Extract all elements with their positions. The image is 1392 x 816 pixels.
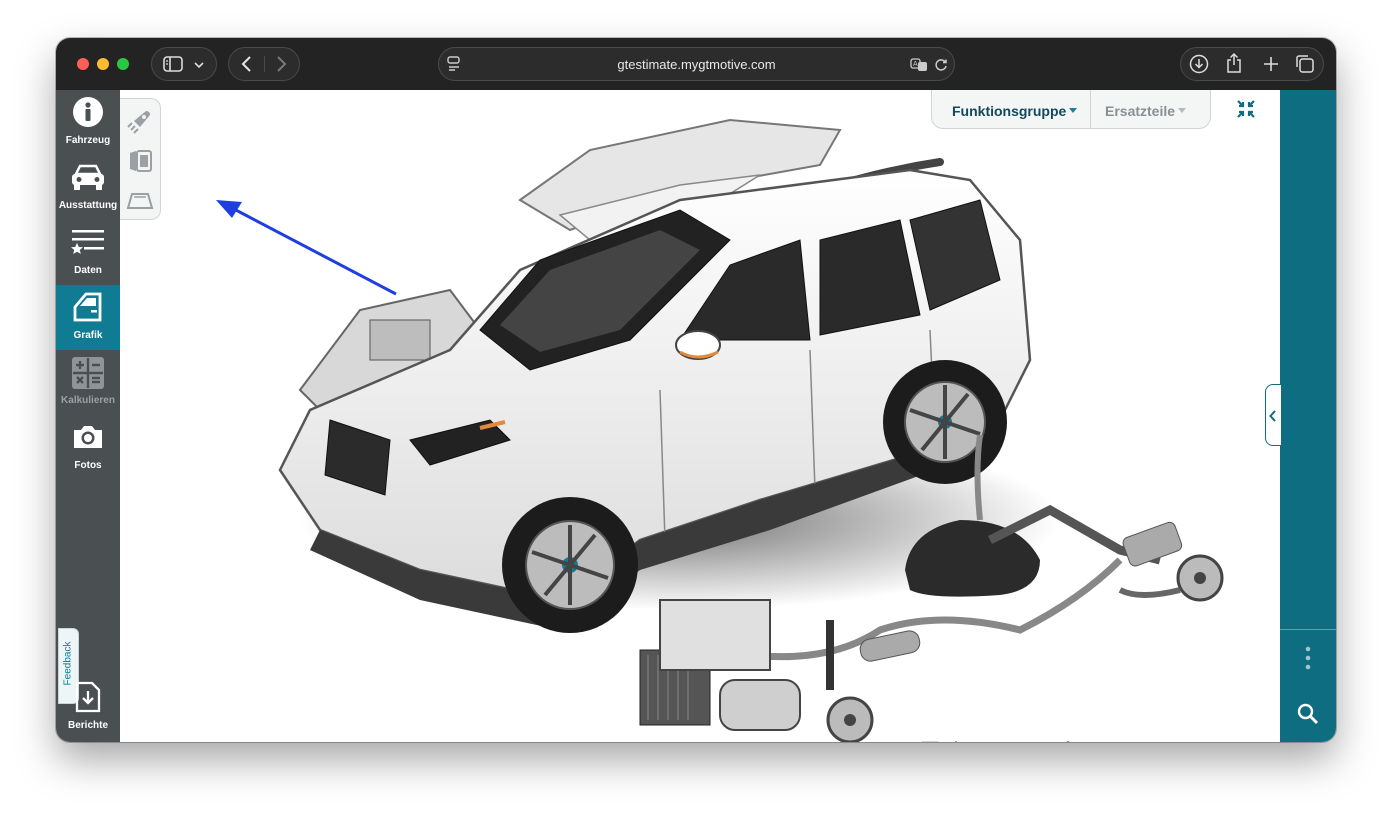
nav-label-ausstattung: Ausstattung: [58, 200, 118, 211]
nav-item-ausstattung[interactable]: Ausstattung: [56, 155, 120, 220]
checklist-grid-icon[interactable]: [920, 740, 960, 742]
frame-icon[interactable]: [414, 740, 454, 742]
close-window-button[interactable]: [77, 58, 89, 70]
rocket-icon[interactable]: [124, 105, 156, 137]
sidebar-icon: [163, 56, 183, 72]
reload-icon[interactable]: [934, 58, 948, 72]
list-star-icon: [71, 230, 104, 254]
nav-label-daten: Daten: [74, 265, 102, 276]
tab-ersatzteile-label: Ersatzteile: [1105, 103, 1176, 119]
minimize-window-button[interactable]: [97, 58, 109, 70]
share-icon[interactable]: [1225, 52, 1243, 74]
caret-down-icon: [1069, 108, 1078, 113]
camera-icon: [74, 426, 102, 448]
caret-down-icon: [1178, 108, 1187, 113]
door-panel-icon[interactable]: [124, 145, 156, 177]
nav-item-fotos[interactable]: Fotos: [56, 415, 120, 480]
panel-expand-handle[interactable]: [1265, 384, 1281, 446]
right-panel: [1280, 90, 1336, 742]
zoom-window-button[interactable]: [117, 58, 129, 70]
plus-icon[interactable]: [1263, 56, 1279, 72]
nav-item-daten[interactable]: Daten: [56, 220, 120, 285]
sidebar-toggle-button[interactable]: [151, 47, 217, 81]
steering-wheel-icon[interactable]: [1112, 740, 1152, 742]
chevron-left-icon: [1269, 410, 1276, 422]
url-text: gtestimate.mygtmotive.com: [617, 57, 776, 72]
tab-funktionsgruppe[interactable]: Funktionsgruppe: [952, 103, 1078, 119]
annotation-arrow: [216, 200, 397, 296]
svg-text:A: A: [913, 61, 918, 68]
forward-arrow-icon[interactable]: [275, 56, 287, 72]
front-wheel: [502, 497, 638, 633]
snowflake-icon[interactable]: [1048, 740, 1088, 742]
nav-item-fahrzeug[interactable]: Fahrzeug: [56, 90, 120, 155]
collapse-icon[interactable]: [1235, 98, 1257, 120]
more-vertical-icon[interactable]: [1304, 646, 1312, 670]
vehicle-graphic[interactable]: [120, 90, 1280, 742]
info-icon: [73, 97, 103, 127]
nav-label-kalkulieren: Kalkulieren: [61, 395, 115, 406]
graphic-tab-selector: Funktionsgruppe Ersatzteile: [931, 90, 1211, 129]
tab-funktionsgruppe-label: Funktionsgruppe: [952, 103, 1067, 119]
nav-label-berichte: Berichte: [67, 720, 108, 731]
graphic-canvas: Funktionsgruppe Ersatzteile: [120, 90, 1280, 742]
exhaust-pipe-icon[interactable]: [350, 740, 390, 742]
nav-label-fotos: Fotos: [74, 460, 102, 471]
main-navigation: Fahrzeug Ausstattung Daten Grafik Kalkul…: [56, 90, 120, 742]
address-bar[interactable]: gtestimate.mygtmotive.com A: [438, 47, 955, 81]
windshield-icon[interactable]: [124, 185, 156, 217]
search-icon[interactable]: [1297, 703, 1319, 725]
browser-actions: [1180, 47, 1324, 81]
tabs-overview-icon[interactable]: [1295, 54, 1315, 74]
browser-toolbar: gtestimate.mygtmotive.com A: [56, 38, 1336, 90]
navigation-buttons: [228, 47, 300, 81]
car-front-icon: [72, 164, 104, 190]
car-lift-icon[interactable]: [984, 740, 1024, 742]
car-seats-icon[interactable]: [542, 740, 582, 742]
browser-window: gtestimate.mygtmotive.com A Funktionsgru…: [56, 38, 1336, 742]
report-download-icon: [75, 681, 101, 713]
car-door-icon: [73, 292, 102, 322]
nav-label-grafik: Grafik: [73, 330, 103, 341]
download-icon[interactable]: [1189, 54, 1209, 74]
nav-item-grafik[interactable]: Grafik: [56, 285, 120, 350]
graphic-tool-strip: [120, 98, 161, 220]
calculator-icon: [72, 357, 104, 389]
person-clipboard-icon[interactable]: [478, 740, 518, 742]
tab-ersatzteile[interactable]: Ersatzteile: [1105, 103, 1187, 119]
back-arrow-icon[interactable]: [241, 56, 253, 72]
traffic-cone-icon[interactable]: [1176, 740, 1216, 742]
translate-icon[interactable]: A: [910, 58, 928, 72]
nav-item-berichte[interactable]: Berichte: [56, 675, 120, 740]
nav-item-kalkulieren[interactable]: Kalkulieren: [56, 350, 120, 415]
chevron-down-icon: [194, 62, 204, 69]
rear-wheel: [883, 360, 1007, 484]
nav-label-fahrzeug: Fahrzeug: [65, 135, 111, 146]
